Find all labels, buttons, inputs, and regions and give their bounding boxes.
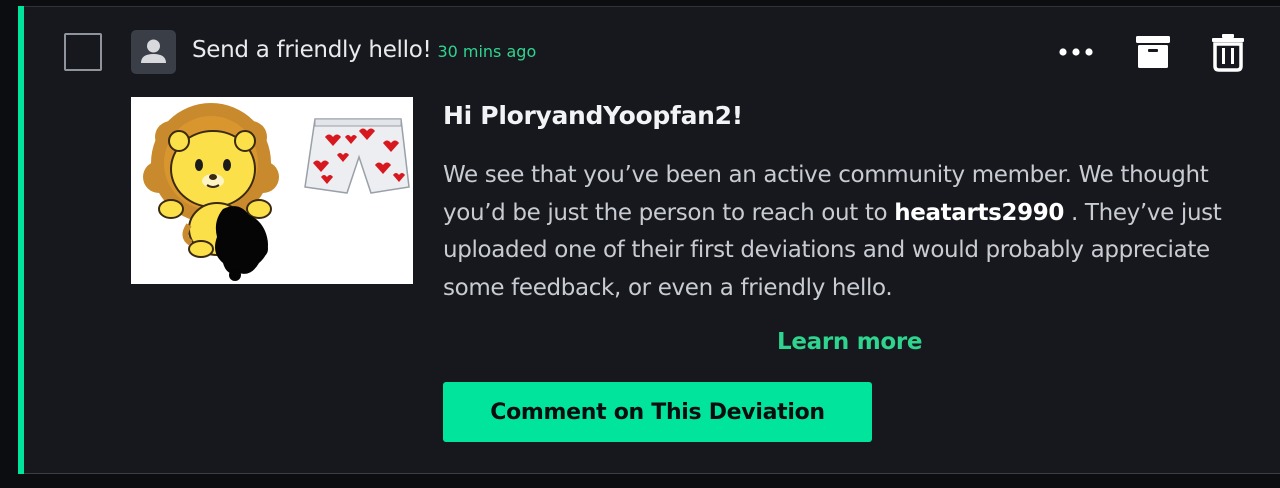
select-checkbox[interactable] xyxy=(64,33,102,71)
notification-message: We see that you’ve been an active commun… xyxy=(443,157,1263,307)
unread-indicator-bar xyxy=(18,6,24,474)
comment-on-deviation-button[interactable]: Comment on This Deviation xyxy=(443,382,872,442)
username-link[interactable]: heatarts2990 xyxy=(894,200,1064,226)
notification-header: Send a friendly hello! 30 mins ago xyxy=(192,37,536,71)
deviation-thumbnail[interactable] xyxy=(131,97,413,284)
more-options-icon xyxy=(1059,48,1093,56)
user-avatar-icon[interactable] xyxy=(131,30,176,74)
greeting-heading: Hi PloryandYoopfan2! xyxy=(443,101,743,130)
notification-title: Send a friendly hello! xyxy=(192,37,432,63)
archive-icon xyxy=(1136,36,1170,68)
notification-timestamp: 30 mins ago xyxy=(437,42,537,61)
delete-button[interactable] xyxy=(1206,30,1250,74)
archive-button[interactable] xyxy=(1131,30,1175,74)
learn-more-link[interactable]: Learn more xyxy=(777,329,923,355)
trash-icon xyxy=(1212,34,1244,72)
more-options-button[interactable] xyxy=(1054,30,1098,74)
